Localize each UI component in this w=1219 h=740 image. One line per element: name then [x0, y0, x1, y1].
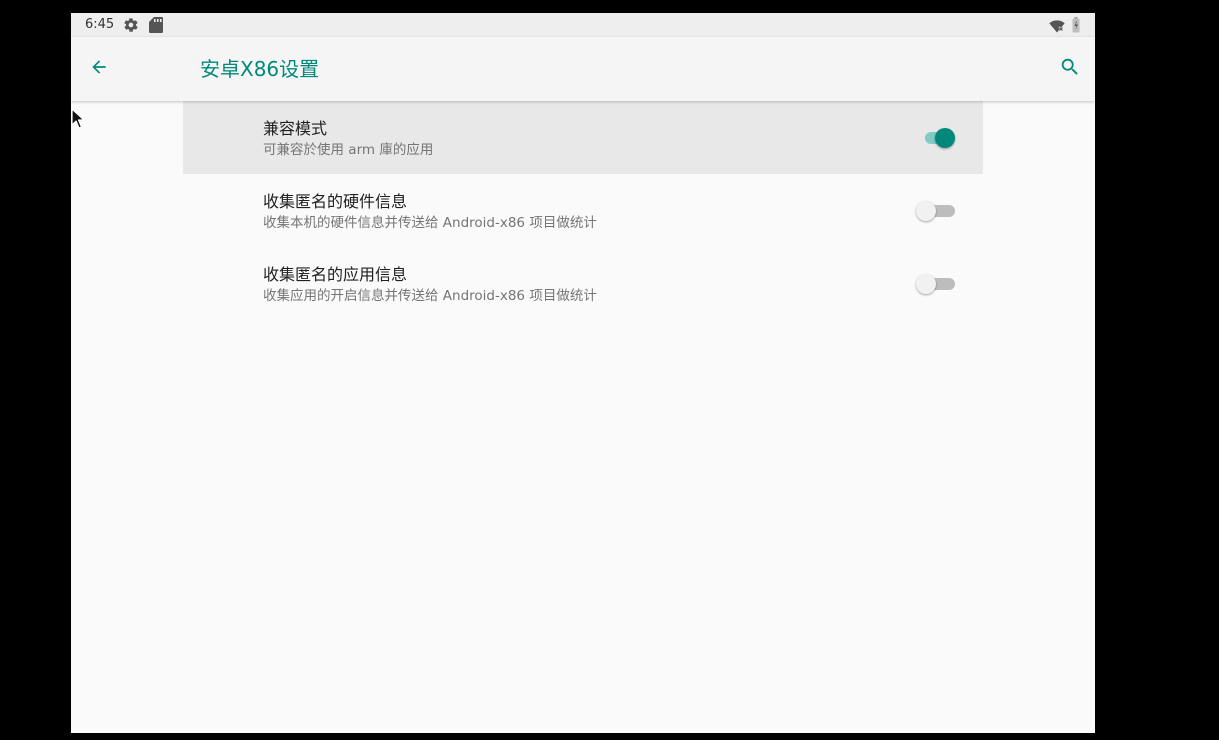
switch-thumb: [916, 201, 936, 221]
pref-summary: 收集应用的开启信息并传送给 Android-x86 项目做统计: [263, 288, 597, 304]
hardware-info-switch[interactable]: [913, 198, 959, 224]
status-time: 6:45: [85, 17, 115, 32]
android-screen: 6:45 安卓X86设置 兼容模式 可兼容於使用 arm 庫的应用 收集匿名的硬…: [71, 13, 1095, 733]
app-bar: 安卓X86设置: [71, 37, 1095, 101]
pref-summary: 收集本机的硬件信息并传送给 Android-x86 项目做统计: [263, 215, 597, 231]
page-title: 安卓X86设置: [200, 57, 320, 81]
search-icon: [1059, 56, 1081, 82]
status-bar: 6:45: [71, 13, 1095, 37]
switch-thumb: [916, 274, 936, 294]
compatibility-mode-switch[interactable]: [913, 125, 959, 151]
pref-compatibility-mode[interactable]: 兼容模式 可兼容於使用 arm 庫的应用: [183, 101, 983, 174]
wifi-off-icon: [1049, 18, 1065, 33]
pref-hardware-info[interactable]: 收集匿名的硬件信息 收集本机的硬件信息并传送给 Android-x86 项目做统…: [183, 174, 983, 247]
pref-title: 收集匿名的硬件信息: [263, 192, 408, 211]
app-info-switch[interactable]: [913, 271, 959, 297]
search-button[interactable]: [1056, 55, 1084, 83]
settings-list: 兼容模式 可兼容於使用 arm 庫的应用 收集匿名的硬件信息 收集本机的硬件信息…: [183, 101, 983, 320]
sd-card-icon: [149, 17, 163, 33]
mouse-cursor-icon: [71, 108, 85, 130]
gear-icon: [123, 17, 139, 33]
pref-app-info[interactable]: 收集匿名的应用信息 收集应用的开启信息并传送给 Android-x86 项目做统…: [183, 247, 983, 320]
back-button[interactable]: [85, 55, 113, 83]
switch-thumb: [935, 128, 955, 148]
pref-title: 兼容模式: [263, 119, 328, 138]
pref-title: 收集匿名的应用信息: [263, 265, 408, 284]
battery-icon: [1072, 17, 1080, 33]
pref-summary: 可兼容於使用 arm 庫的应用: [263, 142, 434, 158]
arrow-back-icon: [89, 57, 109, 81]
